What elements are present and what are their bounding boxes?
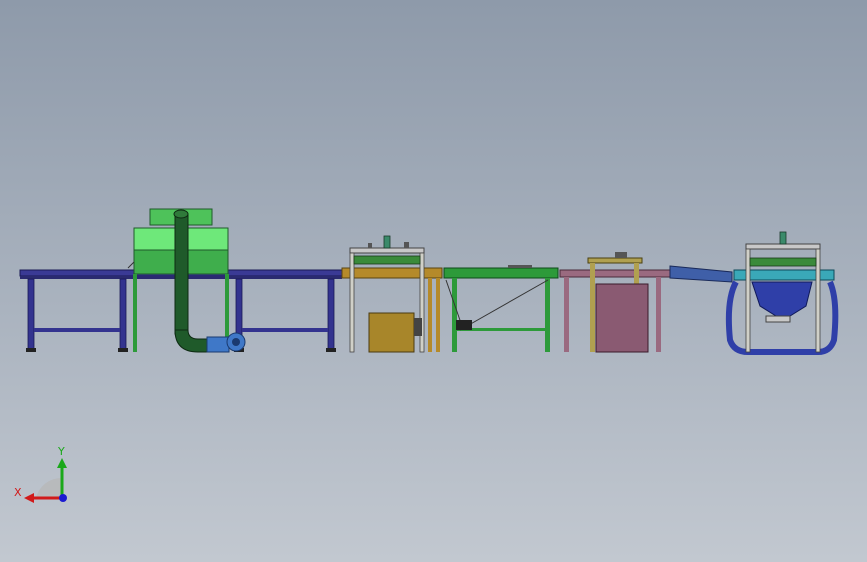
cad-viewport[interactable]: X Y [0,0,867,562]
y-axis-arrowhead [57,458,67,468]
x-axis-label: X [14,486,22,499]
y-axis-label: Y [57,445,65,458]
x-axis-arrowhead [24,493,34,503]
chute[interactable] [669,265,733,283]
assembly-line-model[interactable]: X Y [0,0,867,562]
z-axis-dot [59,494,67,502]
triad-plane [36,477,62,498]
transfer-conveyor[interactable] [443,265,559,352]
station-2-motor-box[interactable] [368,312,422,353]
station-4-cabinet[interactable] [595,283,649,353]
hopper-station[interactable] [725,231,839,355]
orientation-triad: X Y [14,445,67,503]
